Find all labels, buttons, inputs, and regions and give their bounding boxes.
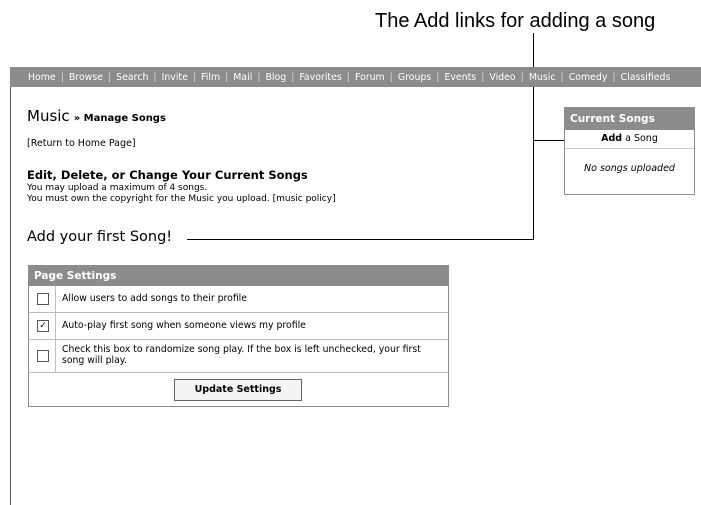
add-first-song-link[interactable]: Add your first Song!	[27, 229, 172, 245]
nav-film[interactable]: Film	[201, 72, 220, 83]
return-home-link[interactable]: [Return to Home Page]	[27, 138, 136, 149]
callout-line-vertical	[533, 33, 534, 239]
checkbox-cell	[29, 286, 56, 312]
nav-search[interactable]: Search	[116, 72, 148, 83]
nav-mail[interactable]: Mail	[233, 72, 252, 83]
setting-row: ✓ Auto-play first song when someone view…	[29, 313, 448, 340]
nav-separator: |	[60, 71, 64, 83]
page-subtitle: » Manage Songs	[73, 113, 166, 124]
page-settings-panel: Page Settings Allow users to add songs t…	[28, 265, 449, 407]
nav-music[interactable]: Music	[529, 72, 556, 83]
nav-favorites[interactable]: Favorites	[299, 72, 341, 83]
nav-separator: |	[192, 71, 197, 83]
nav-comedy[interactable]: Comedy	[569, 72, 608, 83]
settings-button-row: Update Settings	[29, 373, 448, 405]
nav-home[interactable]: Home	[28, 72, 56, 83]
music-policy-link[interactable]: [music policy]	[273, 194, 336, 204]
add-song-link[interactable]: Add a Song	[565, 130, 694, 149]
randomize-label: Check this box to randomize song play. I…	[62, 344, 421, 366]
autoplay-label: Auto-play first song when someone views …	[62, 320, 306, 331]
nav-separator: |	[520, 71, 524, 83]
nav-separator: |	[291, 71, 295, 83]
autoplay-checkbox[interactable]: ✓	[37, 320, 49, 332]
nav-separator: |	[389, 71, 393, 83]
allow-add-songs-label: Allow users to add songs to their profil…	[62, 293, 247, 304]
nav-invite[interactable]: Invite	[162, 72, 188, 83]
update-settings-button[interactable]: Update Settings	[174, 379, 302, 401]
copyright-text: You must own the copyright for the Music…	[27, 194, 270, 204]
setting-row: Allow users to add songs to their profil…	[29, 286, 448, 313]
nav-separator: |	[436, 71, 440, 83]
current-songs-panel: Current Songs Add a Song No songs upload…	[564, 107, 695, 195]
nav-separator: |	[225, 71, 229, 83]
nav-separator: |	[257, 71, 261, 83]
nav-separator: |	[108, 71, 112, 83]
copyright-note: You must own the copyright for the Music…	[27, 194, 336, 205]
current-songs-header: Current Songs	[565, 108, 694, 130]
checkbox-cell	[29, 340, 56, 372]
annotation-caption: The Add links for adding a song	[375, 10, 656, 32]
nav-separator: |	[612, 71, 616, 83]
nav-separator: |	[153, 71, 157, 83]
nav-events[interactable]: Events	[444, 72, 476, 83]
page-title: Music» Manage Songs	[27, 107, 166, 125]
setting-row: Check this box to randomize song play. I…	[29, 340, 448, 373]
top-nav-bar: Home | Browse | Search | Invite | Film |…	[10, 67, 701, 87]
nav-separator: |	[481, 71, 485, 83]
nav-forum[interactable]: Forum	[355, 72, 385, 83]
callout-line-to-add-first	[187, 239, 534, 240]
max-songs-note: You may upload a maximum of 4 songs.	[27, 183, 208, 193]
nav-groups[interactable]: Groups	[398, 72, 431, 83]
page-title-text: Music	[27, 107, 70, 125]
checkbox-cell: ✓	[29, 313, 56, 339]
section-heading: Edit, Delete, or Change Your Current Son…	[27, 168, 308, 182]
add-song-bold: Add	[601, 133, 623, 144]
nav-browse[interactable]: Browse	[69, 72, 103, 83]
page-left-border	[10, 87, 11, 505]
allow-add-songs-checkbox[interactable]	[37, 293, 49, 305]
randomize-checkbox[interactable]	[37, 350, 49, 362]
nav-blog[interactable]: Blog	[266, 72, 287, 83]
add-song-rest: a Song	[625, 133, 658, 144]
callout-line-to-add-song	[533, 140, 564, 141]
page-settings-header: Page Settings	[29, 266, 448, 286]
upload-info: You may upload a maximum of 4 songs. You…	[27, 183, 336, 205]
nav-separator: |	[346, 71, 350, 83]
nav-video[interactable]: Video	[489, 72, 515, 83]
no-songs-message: No songs uploaded	[584, 163, 675, 174]
nav-separator: |	[560, 71, 564, 83]
nav-classifieds[interactable]: Classifieds	[621, 72, 671, 83]
